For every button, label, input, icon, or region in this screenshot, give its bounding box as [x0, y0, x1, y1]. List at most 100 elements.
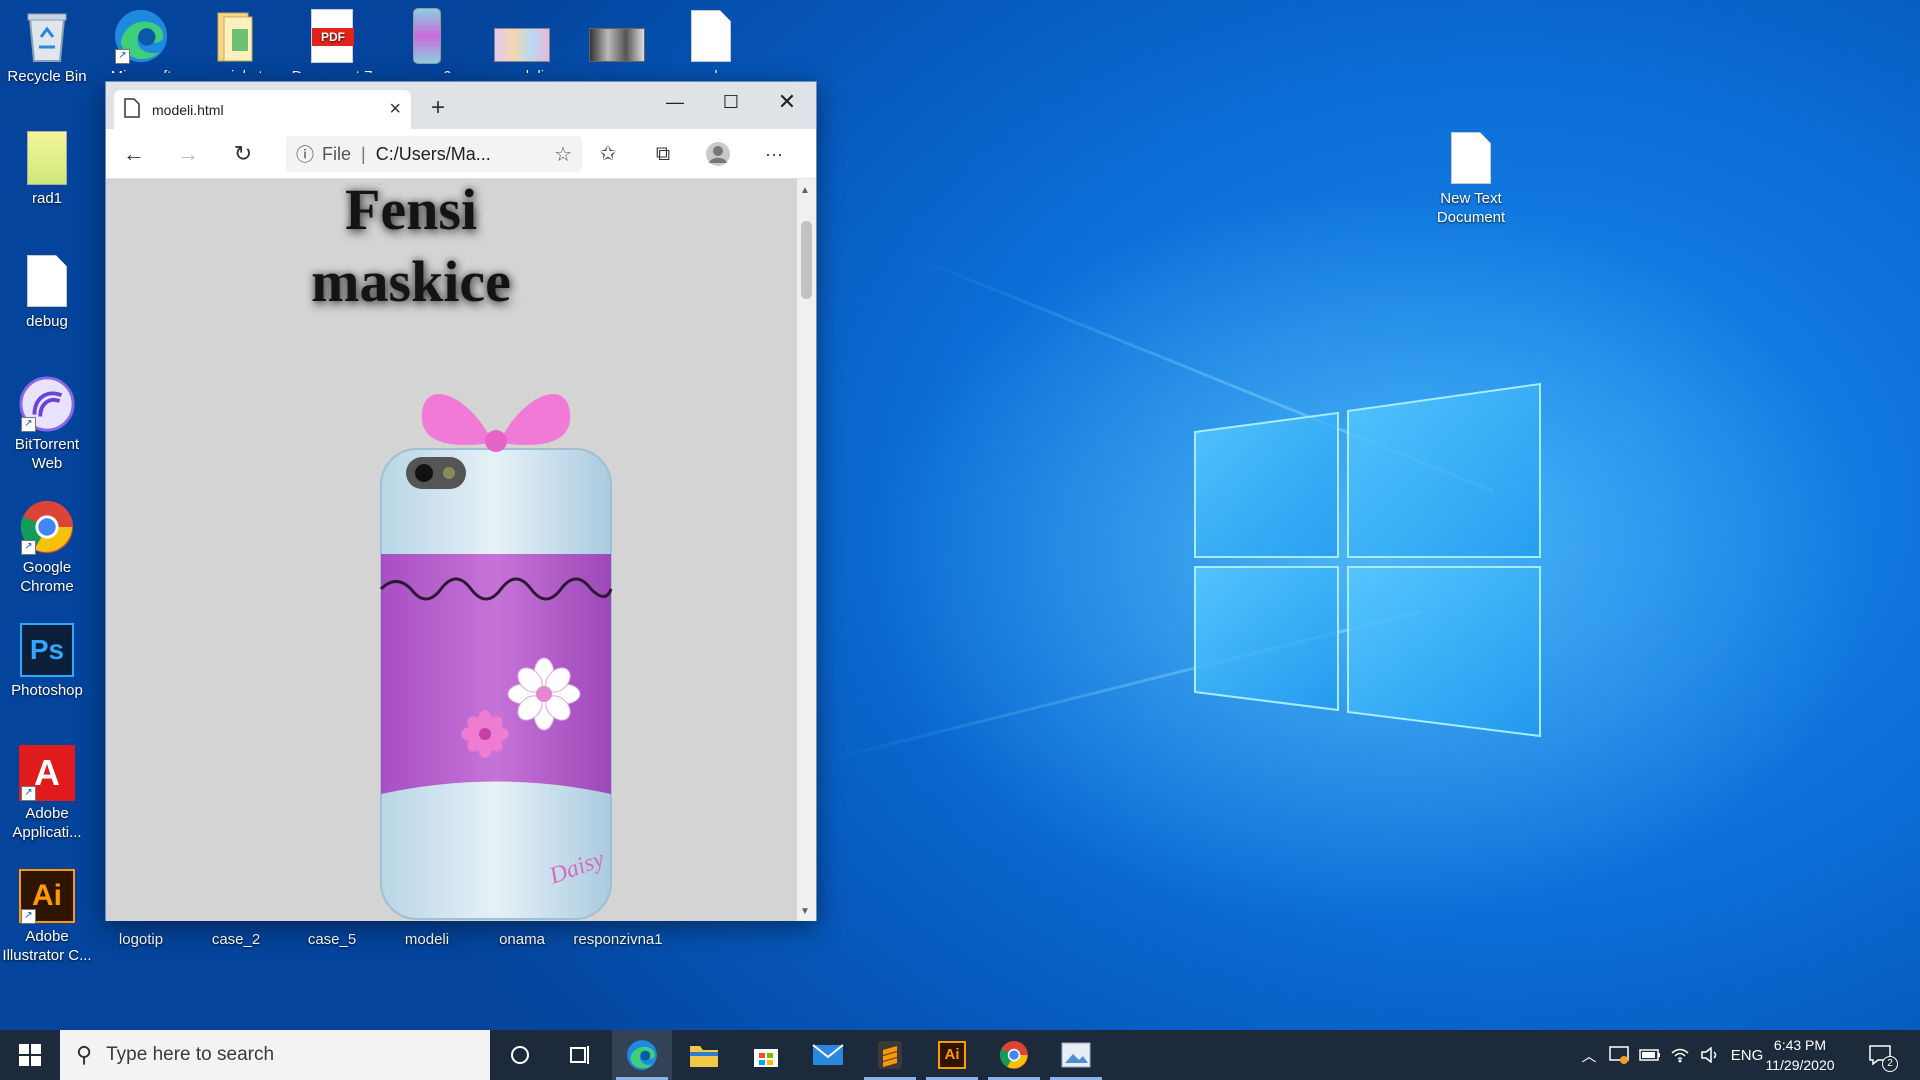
scroll-up-icon[interactable]: ▲	[800, 185, 810, 196]
scroll-thumb[interactable]	[801, 221, 812, 299]
desktop-icon-label: Photoshop	[11, 682, 83, 699]
shortcut-arrow-icon: ↗	[115, 49, 130, 64]
desktop-icon-case6[interactable]: case_6	[381, 8, 473, 73]
file-explorer-icon[interactable]	[674, 1030, 734, 1080]
forward-arrow-icon[interactable]: →	[172, 139, 204, 169]
desktop-icon-modeli-bottom[interactable]: modeli	[381, 930, 473, 949]
desktop-icon-document7[interactable]: PDF Document 7	[286, 8, 378, 73]
taskbar-illustrator-icon[interactable]: Ai	[922, 1030, 982, 1080]
new-tab-button[interactable]: +	[423, 94, 453, 122]
desktop-icon-case5[interactable]: case_5	[286, 930, 378, 949]
clock-time: 6:43 PM	[1773, 1037, 1827, 1053]
photoshop-icon: Ps	[19, 622, 75, 678]
show-hidden-icons-icon[interactable]: ︿	[1576, 1030, 1602, 1080]
sublime-text-icon[interactable]	[860, 1030, 920, 1080]
info-icon[interactable]: ⓘ	[296, 141, 314, 167]
desktop-icon-onama[interactable]: onama	[571, 8, 663, 73]
taskbar-edge-icon[interactable]	[612, 1030, 672, 1080]
desktop-icon-label: Adobe Illustrator C...	[2, 928, 92, 964]
desktop-icon-adobe-app[interactable]: A ↗ Adobe Applicati...	[1, 745, 93, 842]
back-arrow-icon[interactable]: ←	[118, 139, 150, 169]
desktop-icon-illustrator[interactable]: Ai ↗ Adobe Illustrator C...	[1, 868, 93, 965]
browser-titlebar[interactable]: modeli.html × + — ☐ ✕	[106, 82, 816, 129]
vertical-scrollbar[interactable]: ▲ ▼	[797, 179, 816, 921]
favorite-star-icon[interactable]: ☆	[554, 142, 572, 167]
desktop-icon-bittorrent[interactable]: ↗ BitTorrent Web	[1, 376, 93, 473]
desktop-icon-label: responzivna1	[573, 931, 663, 948]
desktop-icon-label: modeli	[404, 931, 450, 948]
task-view-icon[interactable]	[550, 1030, 610, 1080]
start-button[interactable]	[0, 1030, 60, 1080]
desktop-icon-recycle-bin[interactable]: Recycle Bin	[1, 8, 93, 86]
desktop-icon-label: Google Chrome	[20, 559, 74, 595]
desktop-icon-onama-bottom[interactable]: onama	[476, 930, 568, 949]
desktop-icon-logotip[interactable]: logotip	[95, 930, 187, 949]
address-url[interactable]: C:/Users/Ma...	[376, 144, 554, 165]
wifi-icon[interactable]	[1666, 1030, 1694, 1080]
scroll-down-icon[interactable]: ▼	[800, 906, 810, 917]
page-viewport[interactable]: Fensi maskice Daisy	[106, 179, 798, 921]
address-bar[interactable]: ⓘ File | C:/Users/Ma... ☆	[286, 136, 582, 172]
desktop-icon-photoshop[interactable]: Ps Photoshop	[1, 622, 93, 700]
chrome-icon: ↗	[19, 499, 75, 555]
image-icon	[494, 8, 550, 64]
image-icon	[399, 8, 455, 64]
desktop-icon-vezbe[interactable]: vezbe	[665, 8, 757, 73]
pdf-icon: PDF	[304, 8, 360, 64]
desktop-icon-label: modeli	[476, 67, 568, 73]
desktop-icon-rad1[interactable]: rad1	[1, 130, 93, 208]
store-icon[interactable]	[736, 1030, 796, 1080]
desktop-icon-label: Document 7	[286, 67, 378, 73]
security-icon[interactable]	[1604, 1030, 1634, 1080]
collections-icon[interactable]: ⧉	[647, 139, 679, 169]
desktop-icon-label: logotip	[118, 931, 164, 948]
search-icon: ⚲	[76, 1042, 93, 1067]
shortcut-arrow-icon: ↗	[21, 909, 36, 924]
document-icon	[1443, 130, 1499, 186]
desktop-icon-projekat[interactable]: projekat	[190, 8, 282, 73]
browser-tab[interactable]: modeli.html ×	[114, 90, 411, 129]
desktop-icon-label: rad1	[31, 190, 63, 207]
battery-icon[interactable]	[1636, 1030, 1664, 1080]
clock-date: 11/29/2020	[1765, 1057, 1835, 1073]
more-menu-icon[interactable]: ···	[758, 139, 790, 169]
desktop-icon-chrome[interactable]: ↗ Google Chrome	[1, 499, 93, 596]
desktop-icon-label: case_5	[307, 931, 357, 948]
document-icon	[683, 8, 739, 64]
pdf-badge: PDF	[312, 28, 354, 46]
taskbar-search-box[interactable]: ⚲ Type here to search	[60, 1030, 490, 1080]
heading-line-1: Fensi	[344, 179, 478, 242]
desktop-icon-label: BitTorrent Web	[14, 436, 80, 472]
document-icon	[19, 253, 75, 309]
taskbar-clock[interactable]: 6:43 PM 11/29/2020	[1755, 1035, 1845, 1075]
taskbar-image-viewer-icon[interactable]	[1046, 1030, 1106, 1080]
desktop-icon-label: case_2	[211, 931, 261, 948]
desktop-icon-label: Microsoft	[95, 67, 187, 73]
desktop-icon-case2[interactable]: case_2	[190, 930, 282, 949]
desktop-icon-responzivna1[interactable]: responzivna1	[566, 930, 670, 949]
mail-icon[interactable]	[798, 1030, 858, 1080]
notification-center-icon[interactable]: 2	[1860, 1030, 1900, 1080]
cortana-icon[interactable]	[490, 1030, 550, 1080]
bittorrent-icon: ↗	[19, 376, 75, 432]
image-icon	[19, 130, 75, 186]
refresh-icon[interactable]: ↻	[227, 139, 259, 169]
desktop-icon-microsoft-edge[interactable]: ↗ Microsoft	[95, 8, 187, 73]
desktop-icon-debug[interactable]: debug	[1, 253, 93, 331]
heading-line-2: maskice	[311, 249, 511, 314]
desktop-icon-modeli[interactable]: modeli	[476, 8, 568, 73]
desktop-icon-new-text-document[interactable]: New Text Document	[1425, 130, 1517, 227]
taskbar-chrome-icon[interactable]	[984, 1030, 1044, 1080]
close-window-icon[interactable]: ✕	[760, 87, 814, 117]
desktop-icon-label: onama	[571, 67, 663, 73]
close-tab-icon[interactable]: ×	[389, 98, 401, 121]
minimize-icon[interactable]: —	[648, 87, 702, 117]
favorites-list-icon[interactable]: ✩	[592, 139, 624, 169]
profile-avatar-icon[interactable]	[702, 139, 734, 169]
browser-window[interactable]: modeli.html × + — ☐ ✕ ← → ↻ ⓘ File | C:/…	[105, 81, 817, 921]
desktop-icon-label: vezbe	[665, 67, 757, 73]
phone-case-image[interactable]: Daisy	[361, 379, 631, 921]
volume-icon[interactable]	[1696, 1030, 1724, 1080]
shortcut-arrow-icon: ↗	[21, 786, 36, 801]
maximize-icon[interactable]: ☐	[704, 87, 758, 117]
